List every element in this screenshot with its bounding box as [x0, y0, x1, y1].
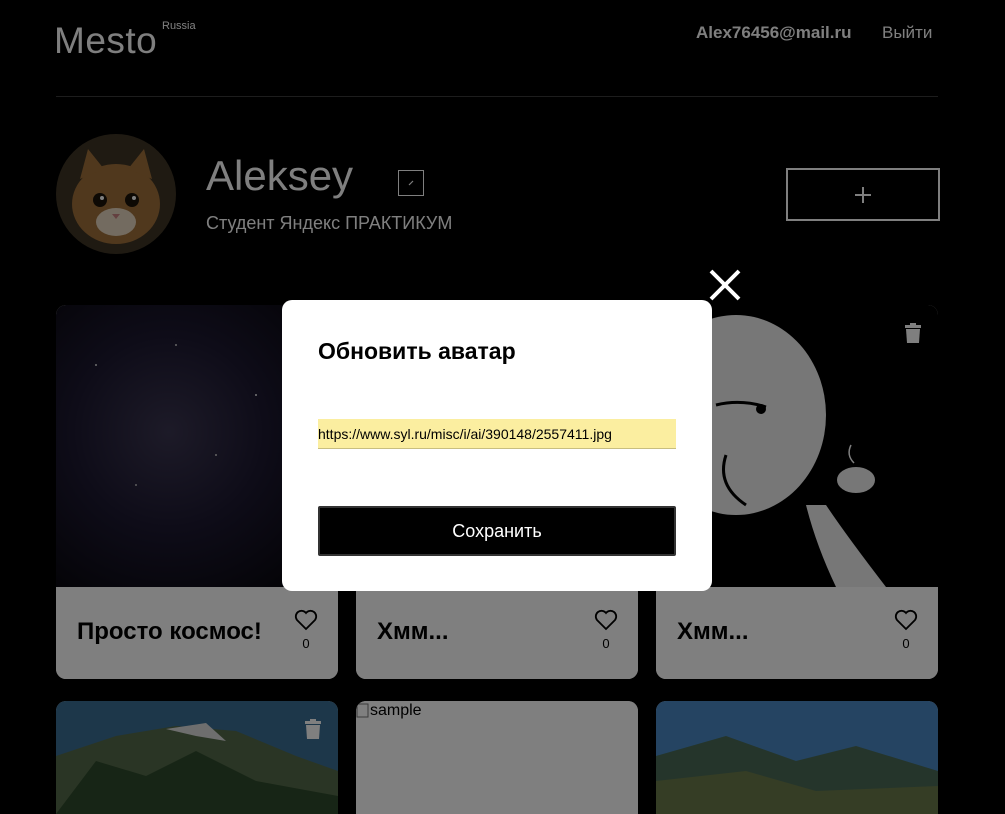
popup-title: Обновить аватар — [318, 338, 516, 364]
page: Mesto Russia Alex76456@mail.ru Выйти Ale… — [0, 0, 1005, 814]
close-icon[interactable] — [706, 266, 744, 304]
update-avatar-popup: Обновить аватар Сохранить — [282, 300, 712, 591]
save-button[interactable]: Сохранить — [318, 506, 676, 556]
avatar-url-input[interactable] — [318, 419, 676, 449]
